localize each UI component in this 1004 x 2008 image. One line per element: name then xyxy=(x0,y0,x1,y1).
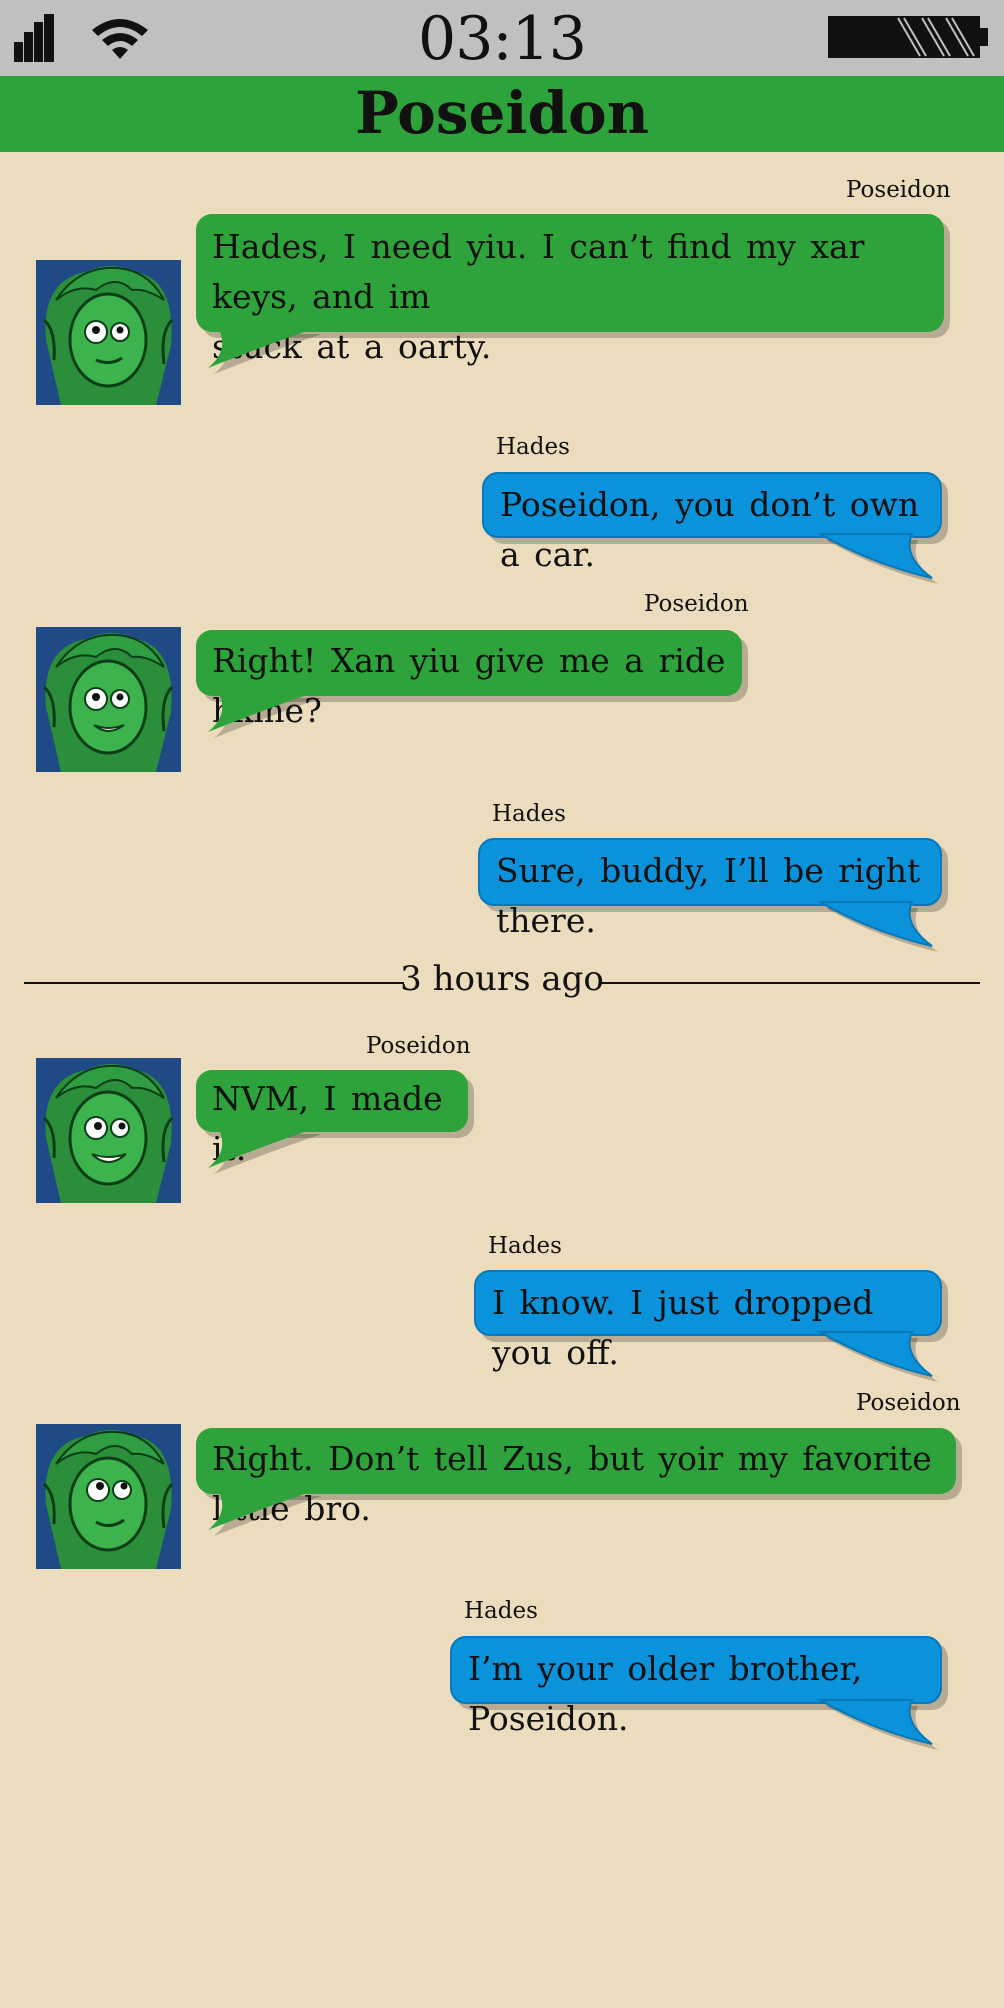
bubble-tail xyxy=(208,328,322,374)
sender-label: Poseidon xyxy=(856,1390,961,1416)
avatar-poseidon-art xyxy=(36,1058,181,1203)
sender-label: Hades xyxy=(496,434,570,460)
bubble-tail xyxy=(816,901,938,952)
message-bubble-poseidon[interactable]: Hades, I need yiu. I can’t find my xar k… xyxy=(196,214,944,366)
sender-label: Hades xyxy=(488,1233,562,1259)
avatar-poseidon[interactable] xyxy=(36,1058,181,1203)
bubble-tail xyxy=(816,1331,938,1382)
time-divider: 3 hours ago xyxy=(400,959,604,999)
sender-label: Poseidon xyxy=(366,1033,471,1059)
bubble-tail xyxy=(208,1490,322,1536)
avatar-poseidon-art xyxy=(36,260,181,405)
avatar-poseidon[interactable] xyxy=(36,260,181,405)
avatar-poseidon[interactable] xyxy=(36,1424,181,1569)
avatar-poseidon-art xyxy=(36,627,181,772)
battery-icon xyxy=(828,16,988,58)
bubble-tail xyxy=(208,692,322,738)
divider-line-right xyxy=(600,982,980,984)
sender-label: Hades xyxy=(492,801,566,827)
avatar-poseidon-art xyxy=(36,1424,181,1569)
message-bubble-poseidon[interactable]: Right. Don’t tell Zus, but yoir my favor… xyxy=(196,1428,956,1528)
conversation-header: Poseidon xyxy=(0,76,1004,152)
message-bubble-hades[interactable]: I’m your older brother, Poseidon. xyxy=(450,1636,942,1738)
message-bubble-poseidon[interactable]: Right! Xan yiu give me a ride hkme? xyxy=(196,630,742,730)
bubble-tail xyxy=(816,533,938,584)
message-bubble-hades[interactable]: Sure, buddy, I’ll be right there. xyxy=(478,838,942,940)
message-bubble-hades[interactable]: I know. I just dropped you off. xyxy=(474,1270,942,1372)
message-bubble-poseidon[interactable]: NVM, I made it. xyxy=(196,1070,468,1168)
sender-label: Poseidon xyxy=(846,177,951,203)
sender-label: Hades xyxy=(464,1598,538,1624)
sender-label: Poseidon xyxy=(644,591,749,617)
message-bubble-hades[interactable]: Poseidon, you don’t own a car. xyxy=(482,472,942,574)
bubble-tail xyxy=(816,1699,938,1750)
message-line: Hades, I need yiu. I can’t find my xar k… xyxy=(212,227,865,316)
bubble-tail xyxy=(208,1128,322,1174)
status-bar: 03:13 xyxy=(0,0,1004,76)
avatar-poseidon[interactable] xyxy=(36,627,181,772)
contact-name: Poseidon xyxy=(355,79,649,147)
